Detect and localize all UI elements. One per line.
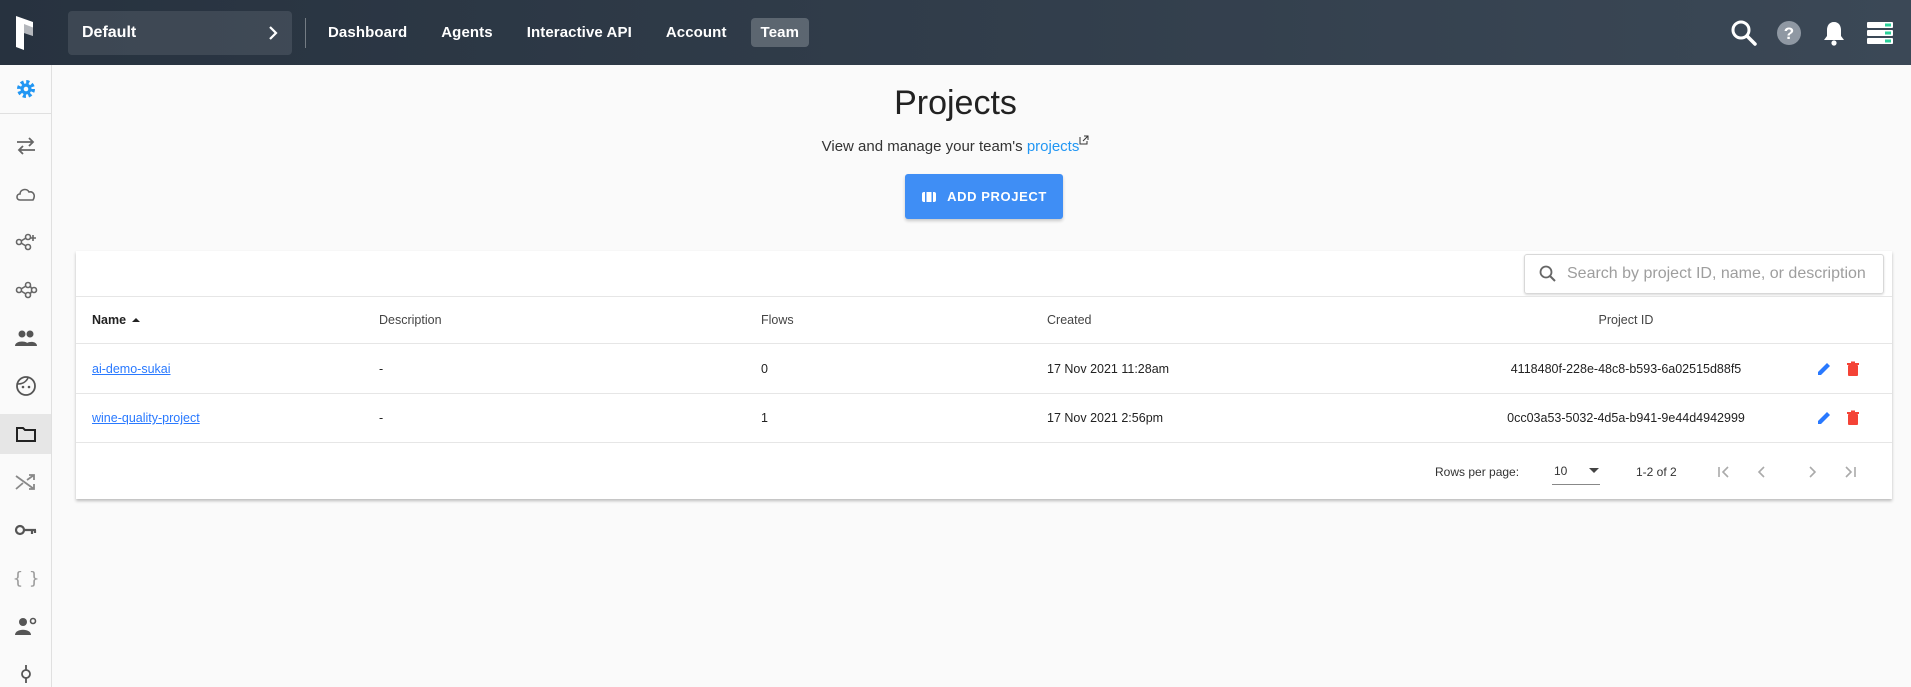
last-page-icon[interactable] bbox=[1842, 464, 1858, 480]
row-actions bbox=[1816, 345, 1861, 393]
top-app-bar: Default Dashboard Agents Interactive API… bbox=[0, 0, 1911, 65]
table-pagination: Rows per page: 10 1-2 of 2 bbox=[76, 445, 1892, 499]
tab-account[interactable]: Account bbox=[656, 18, 737, 47]
project-flows-cell: 1 bbox=[761, 411, 768, 425]
add-project-button[interactable]: ADD PROJECT bbox=[905, 174, 1063, 219]
pagination-range: 1-2 of 2 bbox=[1636, 465, 1677, 479]
project-name-link[interactable]: wine-quality-project bbox=[92, 411, 200, 425]
sidebar-item-secrets[interactable]: { } bbox=[0, 558, 51, 598]
person-settings-icon bbox=[14, 617, 36, 635]
row-actions bbox=[1816, 394, 1861, 442]
sidebar-item-members[interactable] bbox=[0, 606, 51, 646]
shuffle-icon bbox=[14, 474, 35, 490]
svg-text:?: ? bbox=[1784, 24, 1794, 43]
sidebar-item-webhooks[interactable] bbox=[0, 654, 51, 687]
column-header-name-label: Name bbox=[92, 313, 127, 327]
search-icon[interactable] bbox=[1730, 19, 1758, 47]
first-page-icon[interactable] bbox=[1716, 464, 1732, 480]
edit-pencil-icon[interactable] bbox=[1816, 410, 1832, 426]
rows-per-page-value: 10 bbox=[1554, 463, 1568, 478]
project-created-cell: 17 Nov 2021 2:56pm bbox=[1047, 411, 1164, 425]
previous-page-icon[interactable] bbox=[1754, 464, 1770, 480]
column-header-name[interactable]: Name bbox=[92, 297, 142, 343]
delete-trash-icon[interactable] bbox=[1845, 361, 1861, 377]
sidebar-item-team[interactable] bbox=[0, 318, 51, 358]
tab-dashboard[interactable]: Dashboard bbox=[318, 18, 417, 47]
sidebar-item-profile[interactable] bbox=[0, 366, 51, 406]
tab-agents[interactable]: Agents bbox=[431, 18, 502, 47]
workflow-icon bbox=[15, 281, 37, 299]
subtitle-text: View and manage your team's bbox=[821, 138, 1027, 155]
key-icon bbox=[14, 524, 36, 536]
tab-interactive-api[interactable]: Interactive API bbox=[517, 18, 642, 47]
project-name-cell: wine-quality-project bbox=[92, 394, 200, 442]
project-id-cell: 0cc03a53-5032-4d5a-b941-9e44d4942999 bbox=[1507, 411, 1745, 425]
external-link-icon[interactable] bbox=[1079, 135, 1089, 145]
project-created-cell: 17 Nov 2021 11:28am bbox=[1047, 362, 1170, 376]
search-icon bbox=[1539, 265, 1556, 282]
server-status-icon[interactable] bbox=[1865, 19, 1895, 47]
column-header-created[interactable]: Created bbox=[1047, 297, 1091, 343]
sort-ascending-icon bbox=[132, 318, 141, 322]
sidebar-item-cloud[interactable] bbox=[0, 174, 51, 214]
prefect-logo-icon[interactable] bbox=[0, 0, 52, 65]
help-icon[interactable]: ? bbox=[1775, 19, 1803, 47]
people-icon bbox=[14, 330, 37, 346]
project-name-cell: ai-demo-sukai bbox=[92, 345, 171, 393]
code-braces-icon: { } bbox=[14, 569, 38, 589]
nav-divider bbox=[305, 17, 306, 48]
svg-text:{ }: { } bbox=[14, 569, 38, 589]
table-row: ai-demo-sukai - 0 17 Nov 2021 11:28am 41… bbox=[76, 345, 1892, 394]
notifications-bell-icon[interactable] bbox=[1820, 19, 1848, 47]
dropdown-arrow-icon bbox=[1589, 467, 1599, 473]
sidebar-item-projects[interactable] bbox=[0, 414, 51, 454]
folder-add-icon bbox=[922, 191, 937, 202]
edit-pencil-icon[interactable] bbox=[1816, 361, 1832, 377]
table-header: Name Description Flows Created Project I… bbox=[76, 296, 1892, 344]
sidebar-item-tasks[interactable] bbox=[0, 222, 51, 262]
commit-icon bbox=[20, 665, 31, 683]
folder-icon bbox=[15, 427, 36, 442]
table-row: wine-quality-project - 1 17 Nov 2021 2:5… bbox=[76, 394, 1892, 443]
sidebar-item-flow-runs[interactable] bbox=[0, 270, 51, 310]
projects-table-card: Name Description Flows Created Project I… bbox=[76, 251, 1892, 499]
rows-per-page-label: Rows per page: bbox=[1435, 465, 1520, 479]
workspace-name: Default bbox=[82, 23, 137, 41]
rows-per-page-select[interactable]: 10 bbox=[1552, 457, 1600, 485]
sidebar: { } bbox=[0, 65, 52, 687]
chevron-right-icon bbox=[269, 25, 278, 40]
face-icon bbox=[15, 376, 36, 396]
project-name-link[interactable]: ai-demo-sukai bbox=[92, 362, 171, 376]
workspace-selector[interactable]: Default bbox=[68, 10, 292, 55]
project-description-cell: - bbox=[379, 411, 384, 425]
column-header-description[interactable]: Description bbox=[379, 297, 442, 343]
page-title: Projects bbox=[894, 84, 1017, 122]
column-header-project-id: Project ID bbox=[1598, 313, 1654, 327]
page-subtitle: View and manage your team's projects bbox=[0, 135, 1911, 155]
projects-docs-link[interactable]: projects bbox=[1027, 138, 1080, 155]
search-box[interactable] bbox=[1524, 254, 1884, 294]
project-id-cell: 4118480f-228e-48c8-b593-6a02515d88f5 bbox=[1510, 362, 1742, 376]
search-input[interactable] bbox=[1567, 265, 1877, 283]
next-page-icon[interactable] bbox=[1804, 464, 1820, 480]
column-header-flows[interactable]: Flows bbox=[761, 297, 794, 343]
sidebar-item-api-keys[interactable] bbox=[0, 510, 51, 550]
cloud-icon bbox=[15, 188, 35, 201]
tab-team[interactable]: Team bbox=[750, 18, 810, 47]
delete-trash-icon[interactable] bbox=[1845, 410, 1861, 426]
pagination-controls bbox=[1716, 445, 1858, 499]
workflow-add-icon bbox=[15, 233, 36, 251]
project-description-cell: - bbox=[379, 362, 384, 376]
project-flows-cell: 0 bbox=[761, 362, 768, 376]
sidebar-item-automations[interactable] bbox=[0, 462, 51, 502]
add-project-label: ADD PROJECT bbox=[947, 189, 1047, 204]
